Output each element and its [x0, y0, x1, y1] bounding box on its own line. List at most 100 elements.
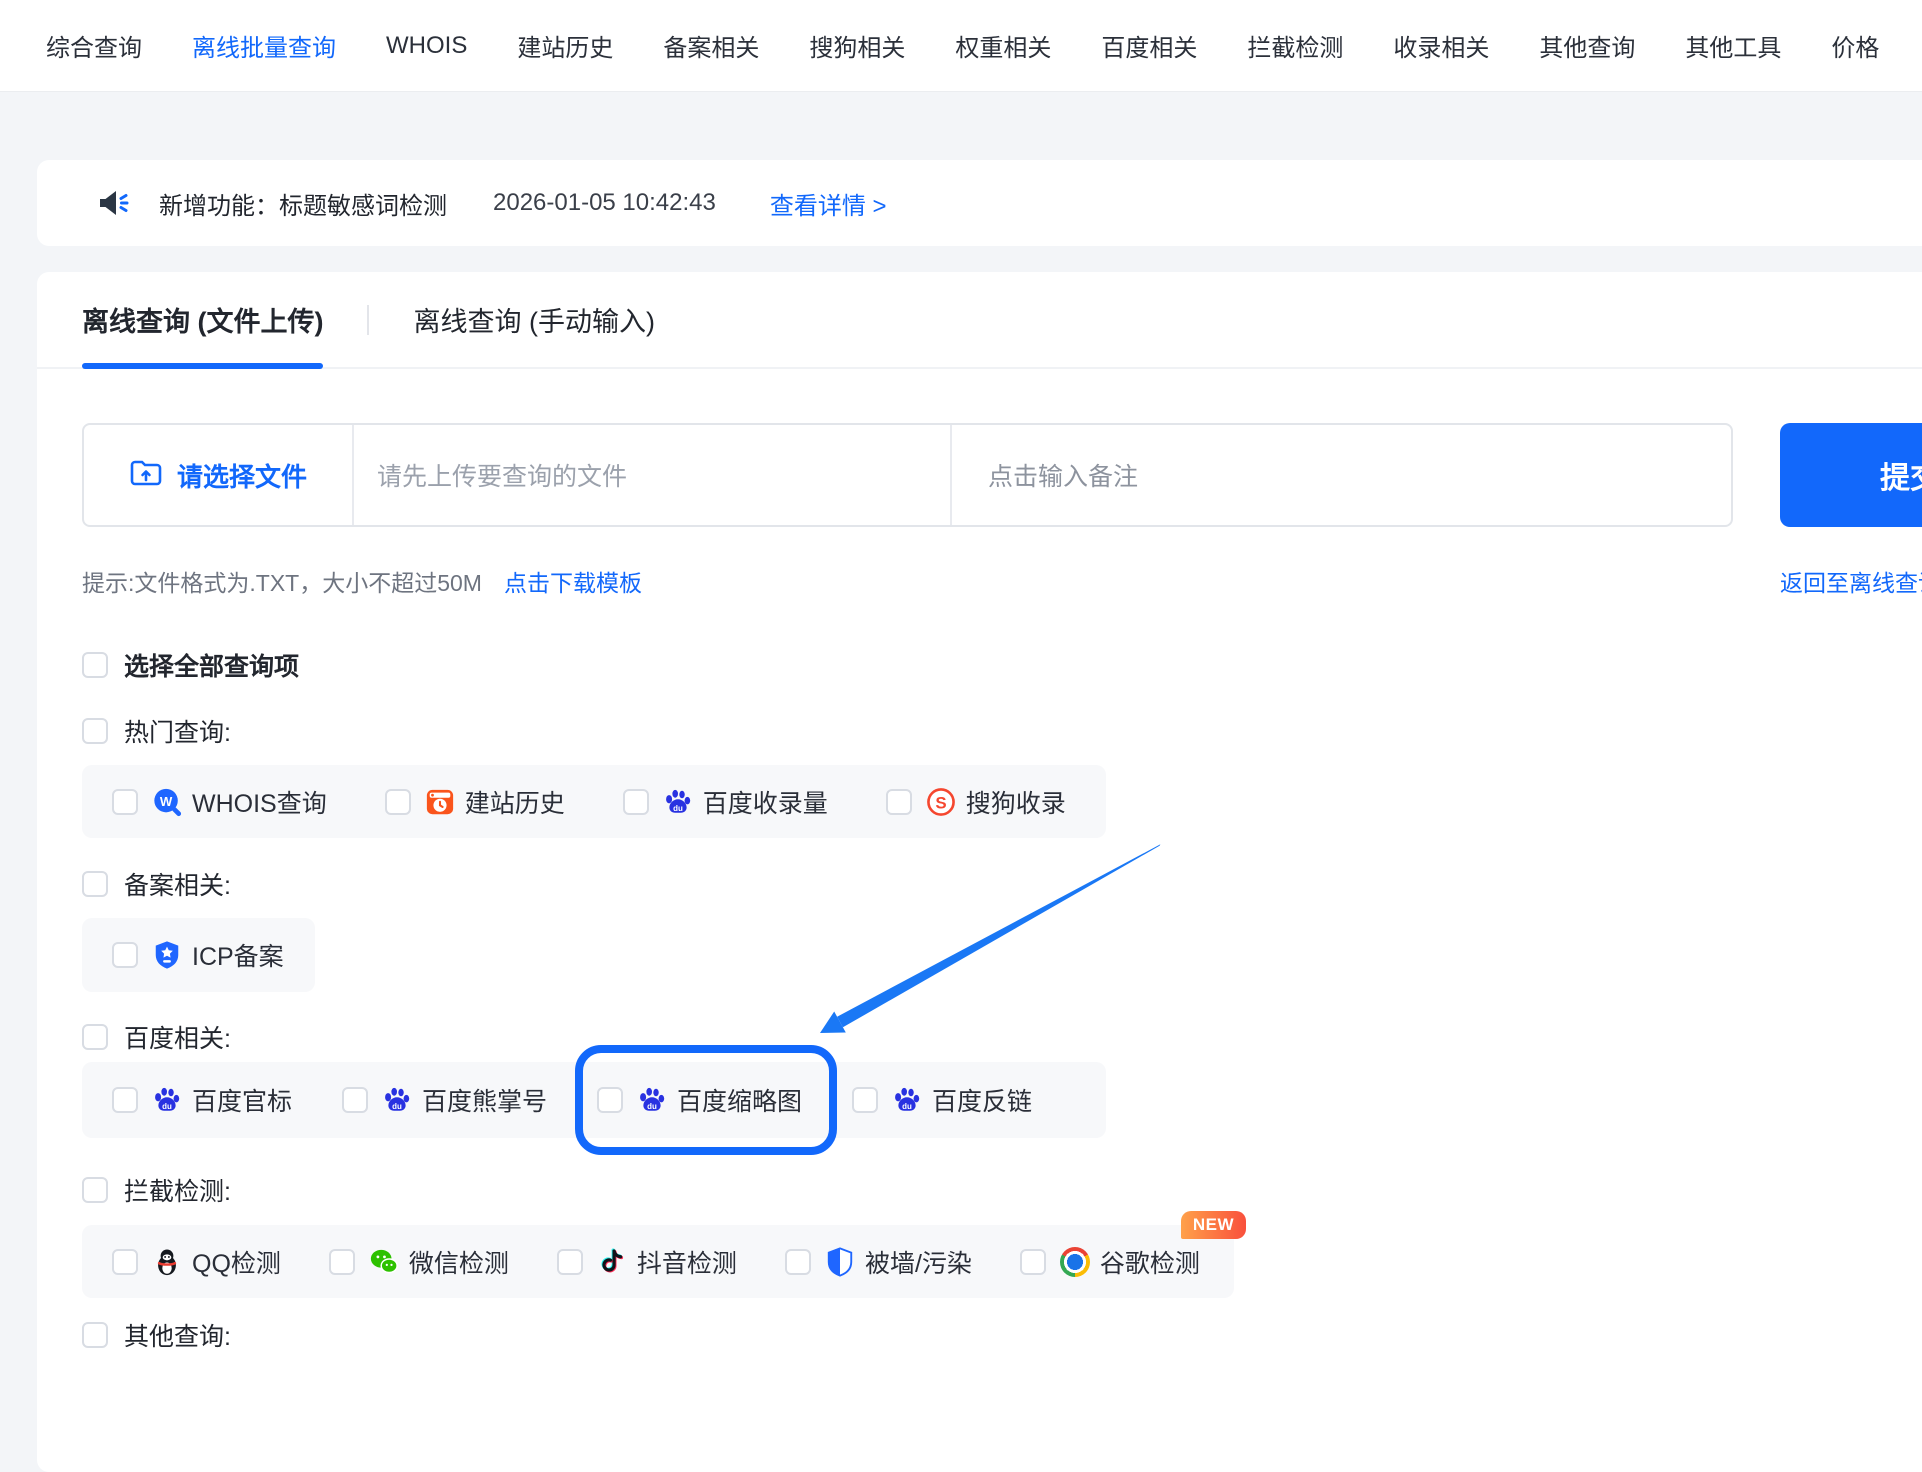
option-label: 百度熊掌号 [422, 1082, 547, 1118]
tab-offline-manual-input[interactable]: 离线查询 (手动输入) [413, 272, 654, 367]
option-checkbox[interactable] [785, 1249, 811, 1275]
nav-item[interactable]: 收录相关 [1393, 28, 1489, 63]
section-checkbox[interactable] [82, 1177, 108, 1203]
option-checkbox[interactable] [886, 789, 912, 815]
section-checkbox[interactable] [82, 1322, 108, 1348]
section-label-row: 拦截检测: [82, 1175, 231, 1205]
query-option[interactable]: 谷歌检测 [1020, 1244, 1200, 1280]
option-label: 抖音检测 [637, 1244, 737, 1280]
upload-row: 请选择文件 请先上传要查询的文件 点击输入备注 [82, 423, 1733, 527]
option-label: 百度收录量 [703, 784, 828, 820]
option-strip: du 百度官标 du 百度熊掌号 du百度缩略图 du 百度反链 [82, 1062, 1106, 1138]
option-label: 被墙/污染 [865, 1244, 972, 1280]
svg-text:W: W [160, 793, 173, 808]
main-panel: 离线查询 (文件上传) 离线查询 (手动输入) 请选择文件 请先上传要查询的文件… [37, 272, 1922, 1472]
section-label: 百度相关: [124, 1019, 231, 1055]
query-option[interactable]: du百度收录量 [623, 784, 828, 820]
nav-item[interactable]: 建站历史 [517, 28, 613, 63]
option-label: ICP备案 [192, 937, 284, 973]
option-label: 百度反链 [932, 1082, 1032, 1118]
option-checkbox[interactable] [385, 789, 411, 815]
nav-item[interactable]: WHOIS [386, 32, 467, 60]
top-nav: 综合查询 离线批量查询 WHOIS 建站历史 备案相关 搜狗相关 权重相关 百度相关 拦截检测 收… [0, 0, 1922, 92]
select-all-checkbox[interactable] [82, 652, 108, 678]
option-checkbox[interactable] [597, 1087, 623, 1113]
chrome-icon [1060, 1247, 1090, 1277]
section-label: 拦截检测: [124, 1172, 231, 1208]
option-checkbox[interactable] [852, 1087, 878, 1113]
svg-text:S: S [935, 793, 946, 812]
section-label-row: 备案相关: [82, 869, 231, 899]
nav-item[interactable]: 拦截检测 [1247, 28, 1343, 63]
section-checkbox[interactable] [82, 871, 108, 897]
option-label: 百度官标 [192, 1082, 292, 1118]
section-label-row: 热门查询: [82, 716, 231, 746]
file-upload-input[interactable]: 请先上传要查询的文件 [354, 425, 952, 525]
option-checkbox[interactable] [112, 942, 138, 968]
nav-item[interactable]: 离线批量查询 [192, 28, 336, 63]
folder-upload-icon [129, 457, 163, 494]
tab-offline-file-upload[interactable]: 离线查询 (文件上传) [82, 272, 323, 367]
section-label: 热门查询: [124, 713, 231, 749]
option-strip: ICP备案 [82, 918, 315, 992]
option-label: 谷歌检测 [1100, 1244, 1200, 1280]
query-option[interactable]: S搜狗收录 [886, 784, 1066, 820]
option-label: QQ检测 [192, 1244, 281, 1280]
option-checkbox[interactable] [623, 789, 649, 815]
nav-item[interactable]: 综合查询 [46, 28, 142, 63]
notice-detail-link[interactable]: 查看详情 > [770, 186, 887, 221]
option-checkbox[interactable] [112, 1087, 138, 1113]
tab-divider [367, 305, 369, 335]
icp-shield-icon [152, 940, 182, 970]
tip-row: 提示:文件格式为.TXT，大小不超过50M 点击下载模板 [82, 564, 642, 598]
query-option[interactable]: WWHOIS查询 [112, 784, 327, 820]
nav-item[interactable]: 其他工具 [1685, 28, 1781, 63]
query-option[interactable]: du 百度官标 [112, 1082, 292, 1118]
option-checkbox[interactable] [1020, 1249, 1046, 1275]
baidu-icon: du [152, 1085, 182, 1115]
new-badge: NEW [1181, 1211, 1246, 1239]
tab-label: 离线查询 (文件上传) [82, 300, 323, 339]
query-option[interactable]: du 百度反链 [852, 1082, 1032, 1118]
nav-item[interactable]: 搜狗相关 [809, 28, 905, 63]
nav-item[interactable]: 其他查询 [1539, 28, 1635, 63]
section-checkbox[interactable] [82, 718, 108, 744]
note-input[interactable]: 点击输入备注 [952, 425, 1731, 525]
section-checkbox[interactable] [82, 1024, 108, 1050]
select-all-row: 选择全部查询项 [82, 650, 299, 680]
section-label-row: 其他查询: [82, 1320, 231, 1350]
megaphone-icon [95, 186, 131, 220]
nav-item[interactable]: 价格 [1831, 28, 1879, 63]
notice-bar: 新增功能：标题敏感词检测 2026-01-05 10:42:43 查看详情 > [37, 160, 1922, 246]
return-offline-link[interactable]: 返回至离线查询 [1780, 564, 1922, 598]
qq-icon [152, 1247, 182, 1277]
query-option[interactable]: 建站历史 [385, 784, 565, 820]
query-option[interactable]: QQ检测 [112, 1244, 281, 1280]
section-label: 备案相关: [124, 866, 231, 902]
download-template-link[interactable]: 点击下载模板 [504, 564, 642, 598]
query-option[interactable]: du百度缩略图 [597, 1082, 802, 1118]
query-option[interactable]: ICP备案 [112, 937, 284, 973]
svg-text:du: du [902, 1102, 912, 1111]
tabs-bar: 离线查询 (文件上传) 离线查询 (手动输入) [37, 272, 1922, 369]
query-option[interactable]: 微信检测 [329, 1244, 509, 1280]
option-label: 微信检测 [409, 1244, 509, 1280]
query-option[interactable]: du 百度熊掌号 [342, 1082, 547, 1118]
query-option[interactable]: 被墙/污染 [785, 1244, 972, 1280]
shield-split-icon [825, 1247, 855, 1277]
choose-file-button[interactable]: 请选择文件 [84, 425, 354, 525]
nav-item[interactable]: 权重相关 [955, 28, 1051, 63]
submit-button[interactable]: 提交 [1780, 423, 1922, 527]
option-checkbox[interactable] [329, 1249, 355, 1275]
nav-item[interactable]: 百度相关 [1101, 28, 1197, 63]
option-strip: WWHOIS查询 建站历史 du百度收录量 S搜狗收录 [82, 765, 1106, 838]
option-checkbox[interactable] [557, 1249, 583, 1275]
baidu-icon: du [382, 1085, 412, 1115]
query-option[interactable]: 抖音检测 [557, 1244, 737, 1280]
svg-text:du: du [392, 1102, 402, 1111]
option-checkbox[interactable] [112, 789, 138, 815]
option-checkbox[interactable] [342, 1087, 368, 1113]
option-checkbox[interactable] [112, 1249, 138, 1275]
nav-item[interactable]: 备案相关 [663, 28, 759, 63]
whois-icon: W [152, 787, 182, 817]
